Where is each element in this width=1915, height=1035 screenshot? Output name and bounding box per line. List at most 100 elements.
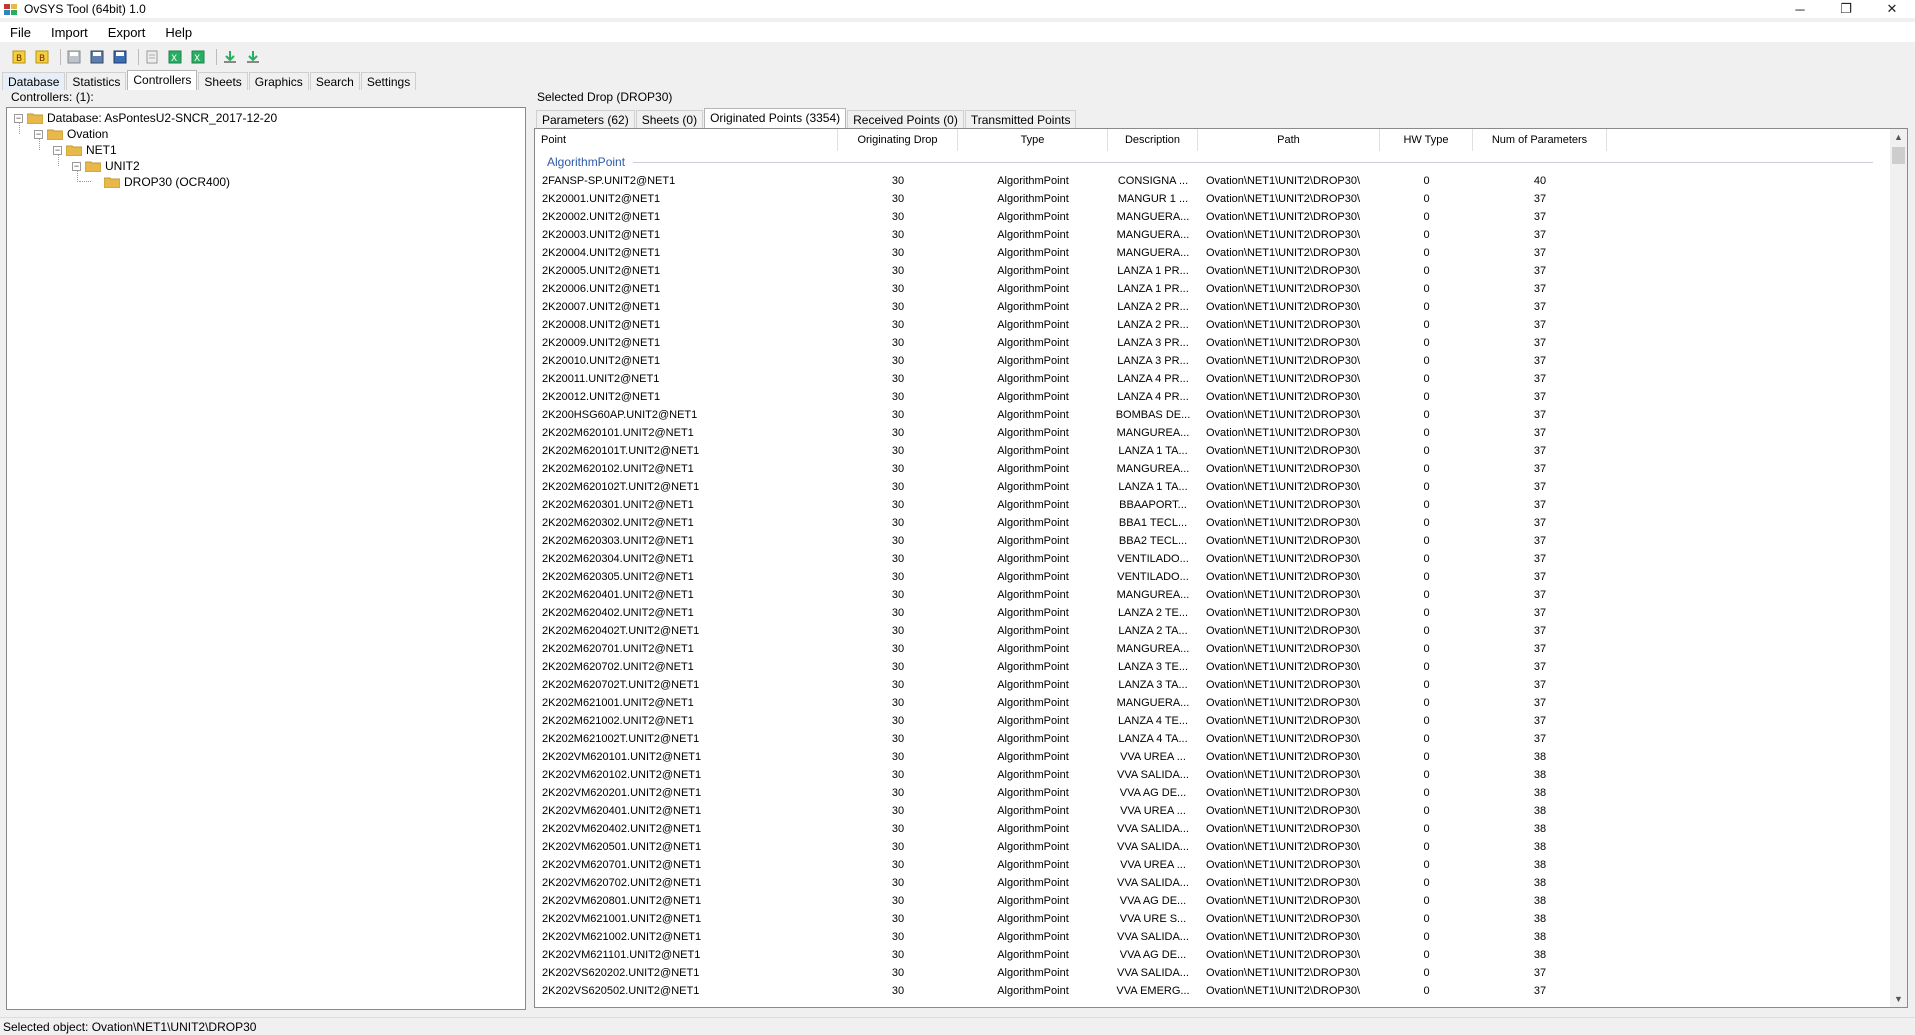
column-header-point[interactable]: Point [535,129,838,151]
cell-point: 2K202M621001.UNIT2@NET1 [542,697,694,709]
minimize-button[interactable]: ─ [1777,0,1823,18]
table-row[interactable]: 2K202VM620702.UNIT2@NET1 30 AlgorithmPoint… [535,874,1885,892]
cell-hw-type: 0 [1423,499,1430,511]
menu-help[interactable]: Help [155,25,202,40]
column-header-hw-type[interactable]: HW Type [1380,129,1473,151]
tree-node-drop30[interactable]: DROP30 (OCR400) [104,174,230,190]
restore-button[interactable]: ❐ [1823,0,1869,18]
save-all-button[interactable] [111,48,129,66]
save-as-button[interactable] [88,48,106,66]
menu-export[interactable]: Export [98,25,156,40]
tree-node-database[interactable]: − Database: AsPontesU2-SNCR_2017-12-20 [14,110,277,126]
tab-controllers[interactable]: Controllers [127,70,198,90]
scroll-up-icon[interactable]: ▲ [1890,129,1907,145]
table-row[interactable]: 2K202VM620801.UNIT2@NET1 30 AlgorithmPoint… [535,892,1885,910]
import-b2-button[interactable]: B [33,48,51,66]
tab-sheets[interactable]: Sheets (0) [635,110,704,128]
page-button[interactable] [143,48,161,66]
cell-description: VVA SALIDA... [1117,769,1189,781]
column-header-type[interactable]: Type [958,129,1108,151]
table-row[interactable]: 2K20005.UNIT2@NET1 30 AlgorithmPoint LANZA … [535,262,1885,280]
table-row[interactable]: 2K202M620102T.UNIT2@NET1 30 AlgorithmPoint… [535,478,1885,496]
tree-node-unit2[interactable]: − UNIT2 [72,158,140,174]
table-row[interactable]: 2K20006.UNIT2@NET1 30 AlgorithmPoint LANZA … [535,280,1885,298]
table-row[interactable]: 2K202M620702T.UNIT2@NET1 30 AlgorithmPoint… [535,676,1885,694]
table-row[interactable]: 2K202VM621001.UNIT2@NET1 30 AlgorithmPoint… [535,910,1885,928]
table-row[interactable]: 2K202VM620501.UNIT2@NET1 30 AlgorithmPoint… [535,838,1885,856]
table-row[interactable]: 2K202M620304.UNIT2@NET1 30 AlgorithmPoint V… [535,550,1885,568]
table-row[interactable]: 2K202M620402.UNIT2@NET1 30 AlgorithmPoint L… [535,604,1885,622]
tab-sheets[interactable]: Sheets [198,72,248,90]
column-header-num-parameters[interactable]: Num of Parameters [1473,129,1607,151]
table-row[interactable]: 2K202VM620101.UNIT2@NET1 30 AlgorithmPoint… [535,748,1885,766]
table-row[interactable]: 2K202M620301.UNIT2@NET1 30 AlgorithmPoint B… [535,496,1885,514]
menu-import[interactable]: Import [41,25,98,40]
collapse-icon[interactable]: − [14,113,23,123]
export-excel-button[interactable]: X [166,48,184,66]
table-row[interactable]: 2K202VM620201.UNIT2@NET1 30 AlgorithmPoint… [535,784,1885,802]
table-row[interactable]: 2K202M621002T.UNIT2@NET1 30 AlgorithmPoint… [535,730,1885,748]
tab-transmitted-points[interactable]: Transmitted Points [964,110,1077,128]
table-row[interactable]: 2K202M620101T.UNIT2@NET1 30 AlgorithmPoint… [535,442,1885,460]
table-row[interactable]: 2K20012.UNIT2@NET1 30 AlgorithmPoint LANZA … [535,388,1885,406]
table-row[interactable]: 2FANSP-SP.UNIT2@NET1 30 AlgorithmPoint CONS… [535,172,1885,190]
tab-originated-points[interactable]: Originated Points (3354) [704,108,847,128]
collapse-icon[interactable]: − [72,161,81,171]
table-row[interactable]: 2K202M621001.UNIT2@NET1 30 AlgorithmPoint M… [535,694,1885,712]
table-row[interactable]: 2K202M620702.UNIT2@NET1 30 AlgorithmPoint L… [535,658,1885,676]
table-row[interactable]: 2K200HSG60AP.UNIT2@NET1 30 AlgorithmPoint B… [535,406,1885,424]
collapse-icon[interactable]: − [53,145,62,155]
table-row[interactable]: 2K202M620302.UNIT2@NET1 30 AlgorithmPoint B… [535,514,1885,532]
export-excel2-button[interactable]: X [189,48,207,66]
tab-received-points[interactable]: Received Points (0) [847,110,964,128]
table-row[interactable]: 2K202M620701.UNIT2@NET1 30 AlgorithmPoint M… [535,640,1885,658]
group-header[interactable]: AlgorithmPoint [547,154,625,170]
column-header-path[interactable]: Path [1198,129,1380,151]
column-header-originating-drop[interactable]: Originating Drop [838,129,958,151]
import-b-button[interactable]: B [10,48,28,66]
table-row[interactable]: 2K202VM620102.UNIT2@NET1 30 AlgorithmPoint… [535,766,1885,784]
tab-database[interactable]: Database [2,72,66,90]
tab-settings[interactable]: Settings [360,72,417,90]
column-header-description[interactable]: Description [1108,129,1198,151]
tree-node-ovation[interactable]: − Ovation [34,126,108,142]
table-row[interactable]: 2K20008.UNIT2@NET1 30 AlgorithmPoint LANZA … [535,316,1885,334]
table-row[interactable]: 2K202VS620502.UNIT2@NET1 30 AlgorithmPoint… [535,982,1885,1000]
table-row[interactable]: 2K20001.UNIT2@NET1 30 AlgorithmPoint MANGUR… [535,190,1885,208]
table-row[interactable]: 2K20007.UNIT2@NET1 30 AlgorithmPoint LANZA … [535,298,1885,316]
tab-graphics[interactable]: Graphics [248,72,309,90]
table-row[interactable]: 2K202M620303.UNIT2@NET1 30 AlgorithmPoint B… [535,532,1885,550]
tab-search[interactable]: Search [309,72,360,90]
scroll-thumb[interactable] [1892,147,1905,164]
table-row[interactable]: 2K202M620102.UNIT2@NET1 30 AlgorithmPoint M… [535,460,1885,478]
download2-button[interactable] [244,48,262,66]
close-button[interactable]: ✕ [1869,0,1915,18]
table-row[interactable]: 2K20004.UNIT2@NET1 30 AlgorithmPoint MANGUE… [535,244,1885,262]
save-button[interactable] [65,48,83,66]
cell-description: LANZA 4 PR... [1117,391,1189,403]
table-row[interactable]: 2K20003.UNIT2@NET1 30 AlgorithmPoint MANGUE… [535,226,1885,244]
table-row[interactable]: 2K202M620101.UNIT2@NET1 30 AlgorithmPoint M… [535,424,1885,442]
tab-parameters[interactable]: Parameters (62) [536,110,635,128]
scroll-down-icon[interactable]: ▼ [1890,991,1907,1007]
download-button[interactable] [221,48,239,66]
table-row[interactable]: 2K20009.UNIT2@NET1 30 AlgorithmPoint LANZA … [535,334,1885,352]
table-row[interactable]: 2K20002.UNIT2@NET1 30 AlgorithmPoint MANGUE… [535,208,1885,226]
vertical-scrollbar[interactable]: ▲ ▼ [1890,129,1907,1007]
table-row[interactable]: 2K20010.UNIT2@NET1 30 AlgorithmPoint LANZA … [535,352,1885,370]
table-row[interactable]: 2K202M620305.UNIT2@NET1 30 AlgorithmPoint V… [535,568,1885,586]
tree-node-net1[interactable]: − NET1 [53,142,117,158]
table-row[interactable]: 2K202VM621002.UNIT2@NET1 30 AlgorithmPoint… [535,928,1885,946]
menu-file[interactable]: File [0,25,41,40]
table-row[interactable]: 2K202VM620701.UNIT2@NET1 30 AlgorithmPoint… [535,856,1885,874]
table-row[interactable]: 2K202M620402T.UNIT2@NET1 30 AlgorithmPoint… [535,622,1885,640]
table-row[interactable]: 2K202VS620202.UNIT2@NET1 30 AlgorithmPoint… [535,964,1885,982]
table-row[interactable]: 2K202M620401.UNIT2@NET1 30 AlgorithmPoint M… [535,586,1885,604]
tab-statistics[interactable]: Statistics [66,72,127,90]
table-row[interactable]: 2K20011.UNIT2@NET1 30 AlgorithmPoint LANZA … [535,370,1885,388]
table-row[interactable]: 2K202VM620401.UNIT2@NET1 30 AlgorithmPoint… [535,802,1885,820]
table-row[interactable]: 2K202VM620402.UNIT2@NET1 30 AlgorithmPoint… [535,820,1885,838]
collapse-icon[interactable]: − [34,129,43,139]
table-row[interactable]: 2K202M621002.UNIT2@NET1 30 AlgorithmPoint L… [535,712,1885,730]
table-row[interactable]: 2K202VM621101.UNIT2@NET1 30 AlgorithmPoint… [535,946,1885,964]
